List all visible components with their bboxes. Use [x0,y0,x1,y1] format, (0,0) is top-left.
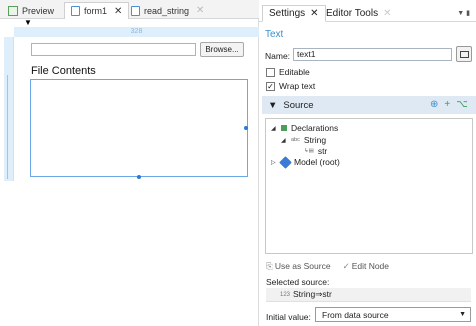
file-contents-label: File Contents [31,65,96,77]
chevron-down-icon[interactable]: ▼ [459,311,466,318]
preview-icon [8,5,18,16]
initial-value-label: Initial value: [266,312,311,322]
numeric-type-icon: 123 [280,291,291,298]
tree-label: Model (root) [294,157,340,167]
selected-source-field: 123 String⇒str [266,288,471,302]
resize-handle-bottom[interactable] [137,175,141,179]
tree-filter-icon[interactable]: ⌥ [456,99,468,110]
collapse-icon[interactable]: ▼ [268,100,277,111]
model-icon [279,155,292,169]
source-toolbar: ⊕ + ⌥ [430,99,468,110]
initial-value-text: From data source [322,309,389,320]
selected-source-label: Selected source: [266,277,330,287]
wrap-text-checkbox[interactable]: ✓ [266,81,275,91]
declarations-icon [281,125,287,131]
close-icon[interactable]: ✕ [196,5,204,16]
pane-menu-icon[interactable]: ▼ ▮ [457,9,470,17]
tab-form1[interactable]: form1 ✕ [64,2,130,19]
tree-node-str[interactable]: ↳▤ str [304,146,327,156]
name-label: Name: [265,51,291,61]
tab-label: Preview [22,5,55,16]
close-icon[interactable]: ✕ [383,8,391,19]
tab-editor-tools[interactable]: Editor Tools ✕ [320,5,397,22]
tab-label: Editor Tools [326,8,379,19]
source-title: Source [283,99,314,111]
name-input[interactable]: text1 [293,48,452,61]
add-icon[interactable]: + [444,99,450,110]
source-actions: ⎘ Use as Source ✓ Edit Node [266,261,389,272]
editable-option[interactable]: Editable [266,67,310,77]
tab-settings[interactable]: Settings ✕ [262,5,326,22]
tree-node-model-root[interactable]: ▷ Model (root) [271,155,340,169]
wrap-text-label: Wrap text [279,81,316,91]
ruler-width-label: 328 [130,28,143,35]
expand-icon[interactable]: ▷ [271,159,277,166]
window-icon [459,50,469,58]
use-as-source-icon: ⎘ [266,261,273,271]
tree-label: str [317,146,328,156]
tab-label: form1 [84,6,108,16]
close-icon[interactable]: ✕ [114,6,122,17]
tab-read-string[interactable]: read_string ✕ [125,2,210,19]
browse-button[interactable]: Browse... [200,42,244,57]
ruler-top: 328 [14,27,259,37]
edit-node-icon: ✓ [342,261,350,271]
editable-checkbox[interactable] [266,67,275,77]
position-marker-icon: ▼ [24,18,32,27]
tab-preview[interactable]: Preview [2,2,60,19]
string-type-icon: abc [291,137,300,143]
expand-icon[interactable]: ◢ [271,125,277,132]
text1-text-area[interactable] [30,79,248,177]
expand-icon[interactable]: ◢ [281,137,287,144]
file-path-input[interactable] [31,43,196,56]
source-tree[interactable]: ◢ Declarations ◢ abc String ↳▤ str ▷ Mod… [265,118,473,254]
initial-value-select[interactable]: From data source ▼ [315,307,471,322]
variable-icon: ↳▤ [304,148,314,154]
tree-label: Declarations [291,123,339,133]
add-circle-icon[interactable]: ⊕ [430,99,438,110]
tree-node-declarations[interactable]: ◢ Declarations [271,123,338,133]
edit-node-button[interactable]: ✓ Edit Node [343,261,389,272]
selected-source-value: String⇒str [293,289,332,299]
select-form-object-button[interactable] [456,46,472,62]
close-icon[interactable]: ✕ [310,8,318,19]
button-label: Edit Node [351,261,390,271]
tree-label: String [303,135,327,145]
form-icon [71,6,80,16]
tab-label: Settings [269,8,306,19]
button-label: Use as Source [274,261,331,271]
tree-node-string[interactable]: ◢ abc String [281,135,326,145]
resize-handle-right[interactable] [244,126,248,130]
use-as-source-button[interactable]: ⎘ Use as Source [266,261,331,272]
tab-label: read_string [144,5,190,16]
section-title: Text [265,29,284,40]
wrap-text-option[interactable]: ✓ Wrap text [266,81,315,91]
method-icon [131,5,140,16]
editable-label: Editable [279,67,310,77]
height-range-indicator [7,75,13,179]
